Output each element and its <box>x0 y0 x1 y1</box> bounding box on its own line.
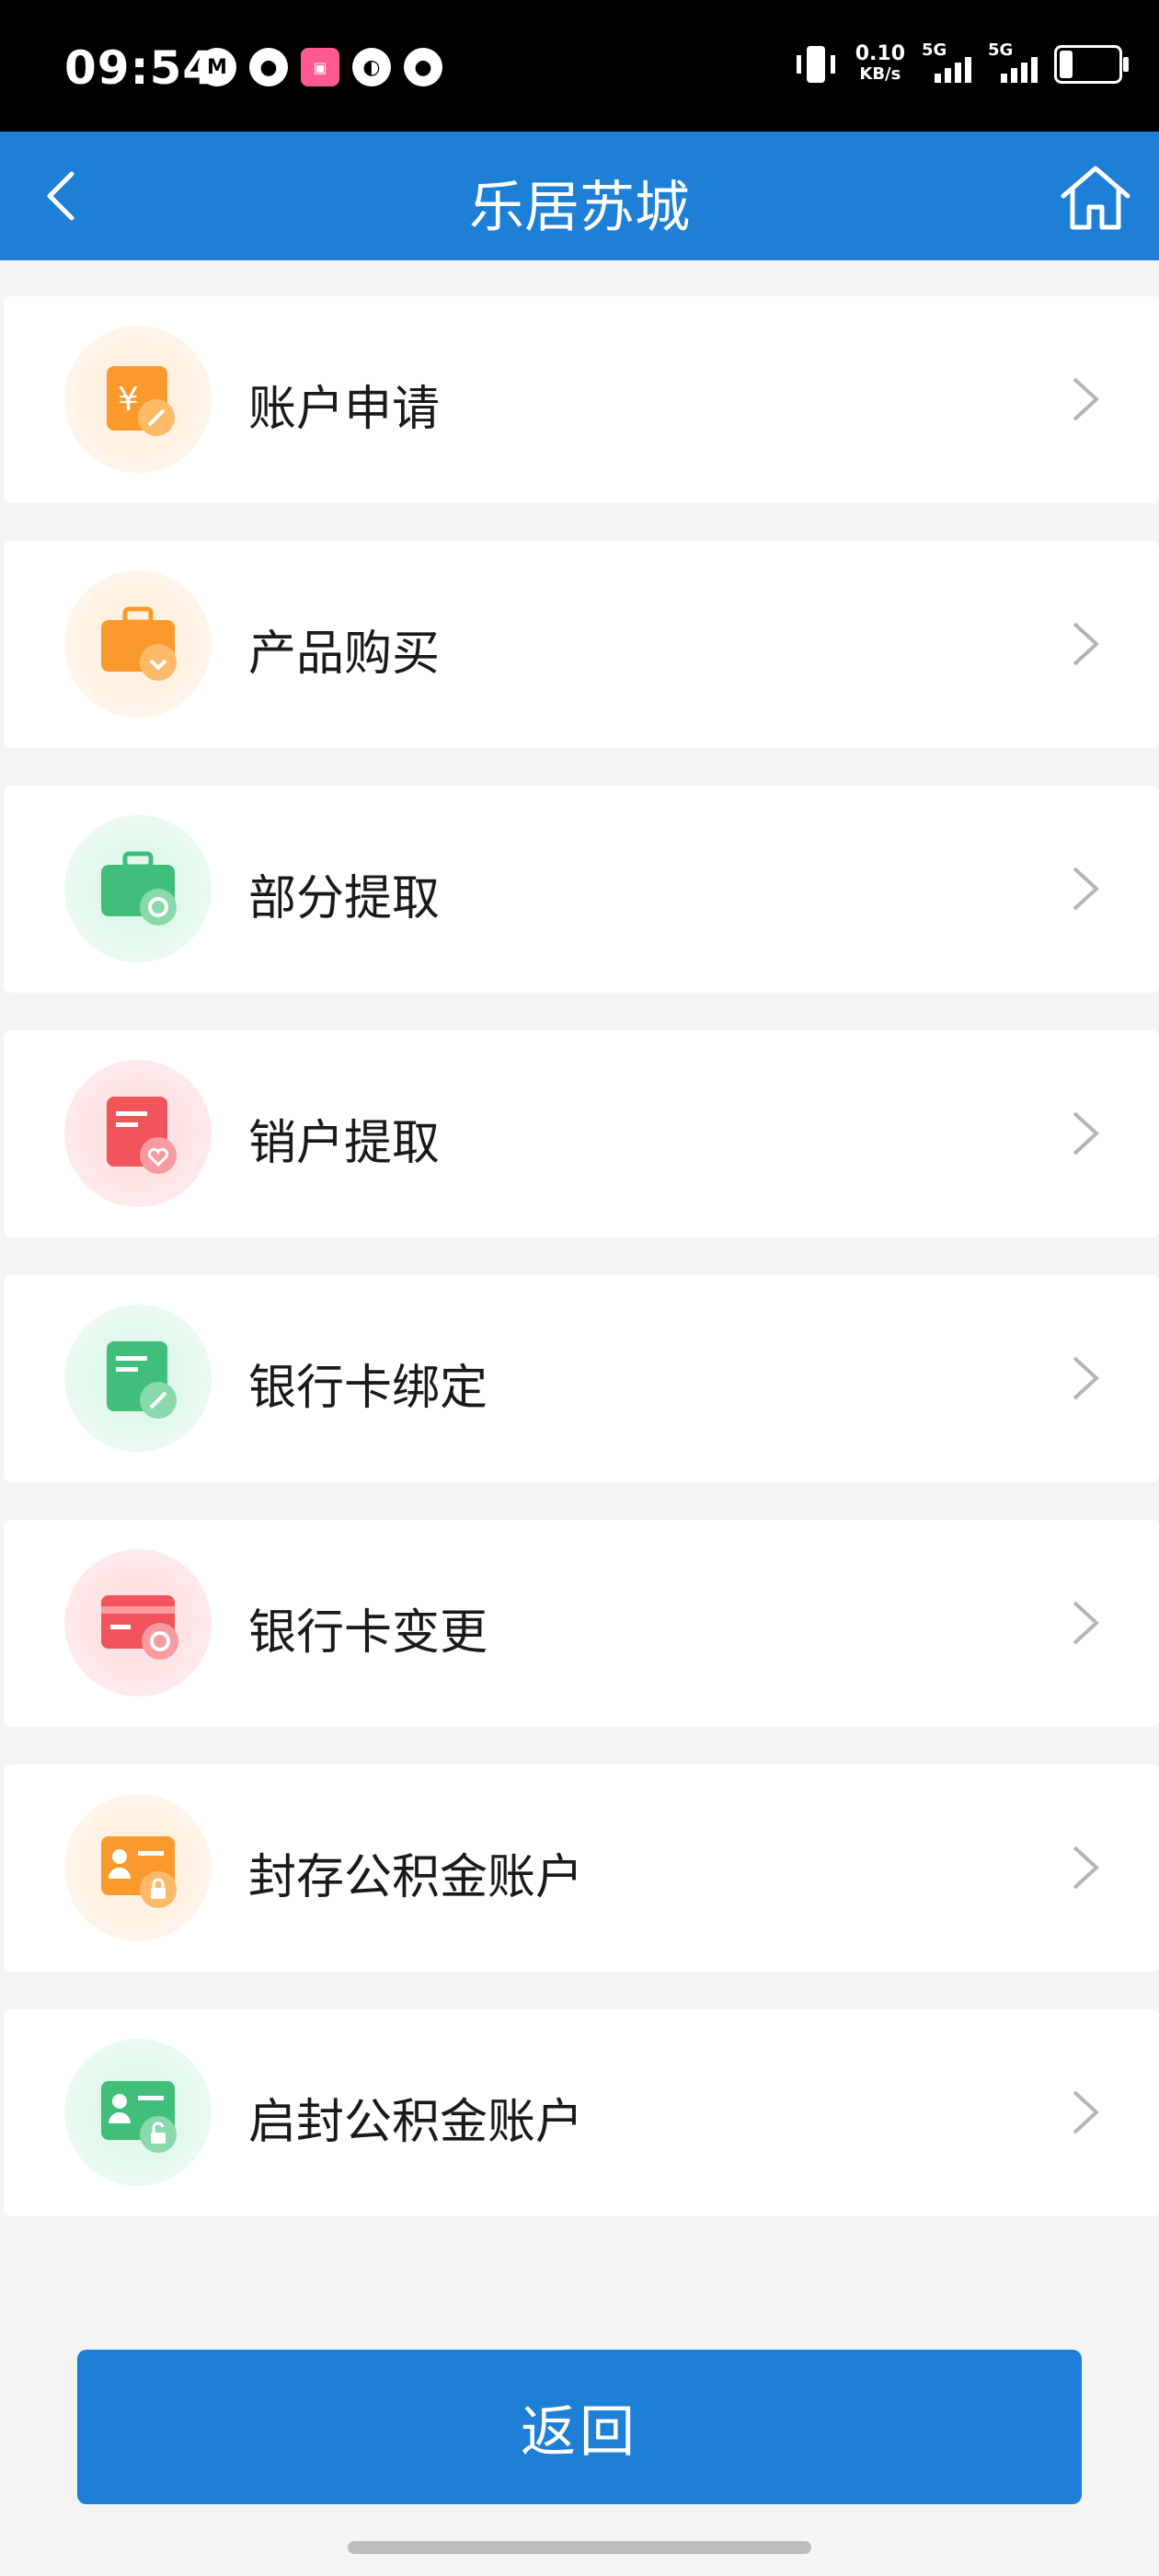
chevron-right-icon <box>1073 1111 1099 1156</box>
menu-item-label: 启封公积金账户 <box>248 2095 584 2150</box>
menu-item-product-buy[interactable]: 产品购买 <box>4 541 1159 748</box>
menu-item-account-apply[interactable]: ¥ 账户申请 <box>4 296 1159 503</box>
home-indicator[interactable] <box>348 2541 811 2554</box>
close-account-withdraw-icon <box>64 1060 212 1207</box>
chevron-right-icon <box>1073 2090 1099 2134</box>
weibo-icon: ◐ <box>352 48 391 86</box>
menu-item-close-account-withdraw[interactable]: 销户提取 <box>4 1030 1159 1237</box>
menu-item-label: 银行卡绑定 <box>248 1361 488 1416</box>
home-icon[interactable] <box>1060 163 1131 233</box>
status-bar: 09:54 M ● ▣ ◐ ● 0.10 KB/s 5G 5G <box>0 0 1159 132</box>
menu-item-label: 银行卡变更 <box>248 1605 488 1661</box>
signal-strength-1: 5G <box>922 40 971 83</box>
menu-item-bank-card-bind[interactable]: 银行卡绑定 <box>4 1275 1159 1482</box>
menu-item-label: 销户提取 <box>248 1116 441 1171</box>
menu-item-bank-card-change[interactable]: 银行卡变更 <box>4 1520 1159 1727</box>
chevron-right-icon <box>1073 1356 1099 1400</box>
svg-text:¥: ¥ <box>118 381 139 419</box>
net-speed: 0.10 KB/s <box>855 42 905 85</box>
wechat-icon: ● <box>249 48 288 86</box>
page-title: 乐居苏城 <box>469 176 690 240</box>
vibrate-icon <box>796 46 835 83</box>
chevron-right-icon <box>1073 867 1099 911</box>
signal-strength-2: 5G <box>988 40 1038 83</box>
menu-item-label: 部分提取 <box>248 871 441 926</box>
menu-item-partial-withdraw[interactable]: 部分提取 <box>4 786 1159 993</box>
seal-fund-account-icon <box>64 1794 212 1941</box>
unseal-fund-account-icon <box>64 2039 212 2186</box>
menu-item-seal-fund-account[interactable]: 封存公积金账户 <box>4 1765 1159 1972</box>
return-button[interactable]: 返回 <box>77 2350 1082 2504</box>
menu-item-label: 账户申请 <box>248 382 441 437</box>
menu-item-label: 封存公积金账户 <box>248 1850 584 1905</box>
bank-card-change-icon <box>64 1549 212 1696</box>
account-apply-icon: ¥ <box>64 326 212 473</box>
wechat-icon: ● <box>404 48 442 86</box>
status-right: 0.10 KB/s 5G 5G <box>793 40 1129 85</box>
chevron-right-icon <box>1073 377 1099 421</box>
chevron-right-icon <box>1073 1846 1099 1890</box>
notification-icons: M ● ▣ ◐ ● <box>198 48 442 86</box>
chevron-right-icon <box>1073 1601 1099 1645</box>
product-buy-icon <box>64 570 212 718</box>
status-time: 09:54 <box>64 41 216 95</box>
partial-withdraw-icon <box>64 815 212 962</box>
battery-icon <box>1054 45 1129 84</box>
menu-item-label: 产品购买 <box>248 627 441 682</box>
chevron-right-icon <box>1073 622 1099 666</box>
menu-item-unseal-fund-account[interactable]: 启封公积金账户 <box>4 2009 1159 2216</box>
bank-card-bind-icon <box>64 1305 212 1452</box>
bilibili-icon: ▣ <box>301 48 339 86</box>
metro-app-icon: M <box>198 48 236 86</box>
nav-bar: 乐居苏城 <box>0 132 1159 260</box>
